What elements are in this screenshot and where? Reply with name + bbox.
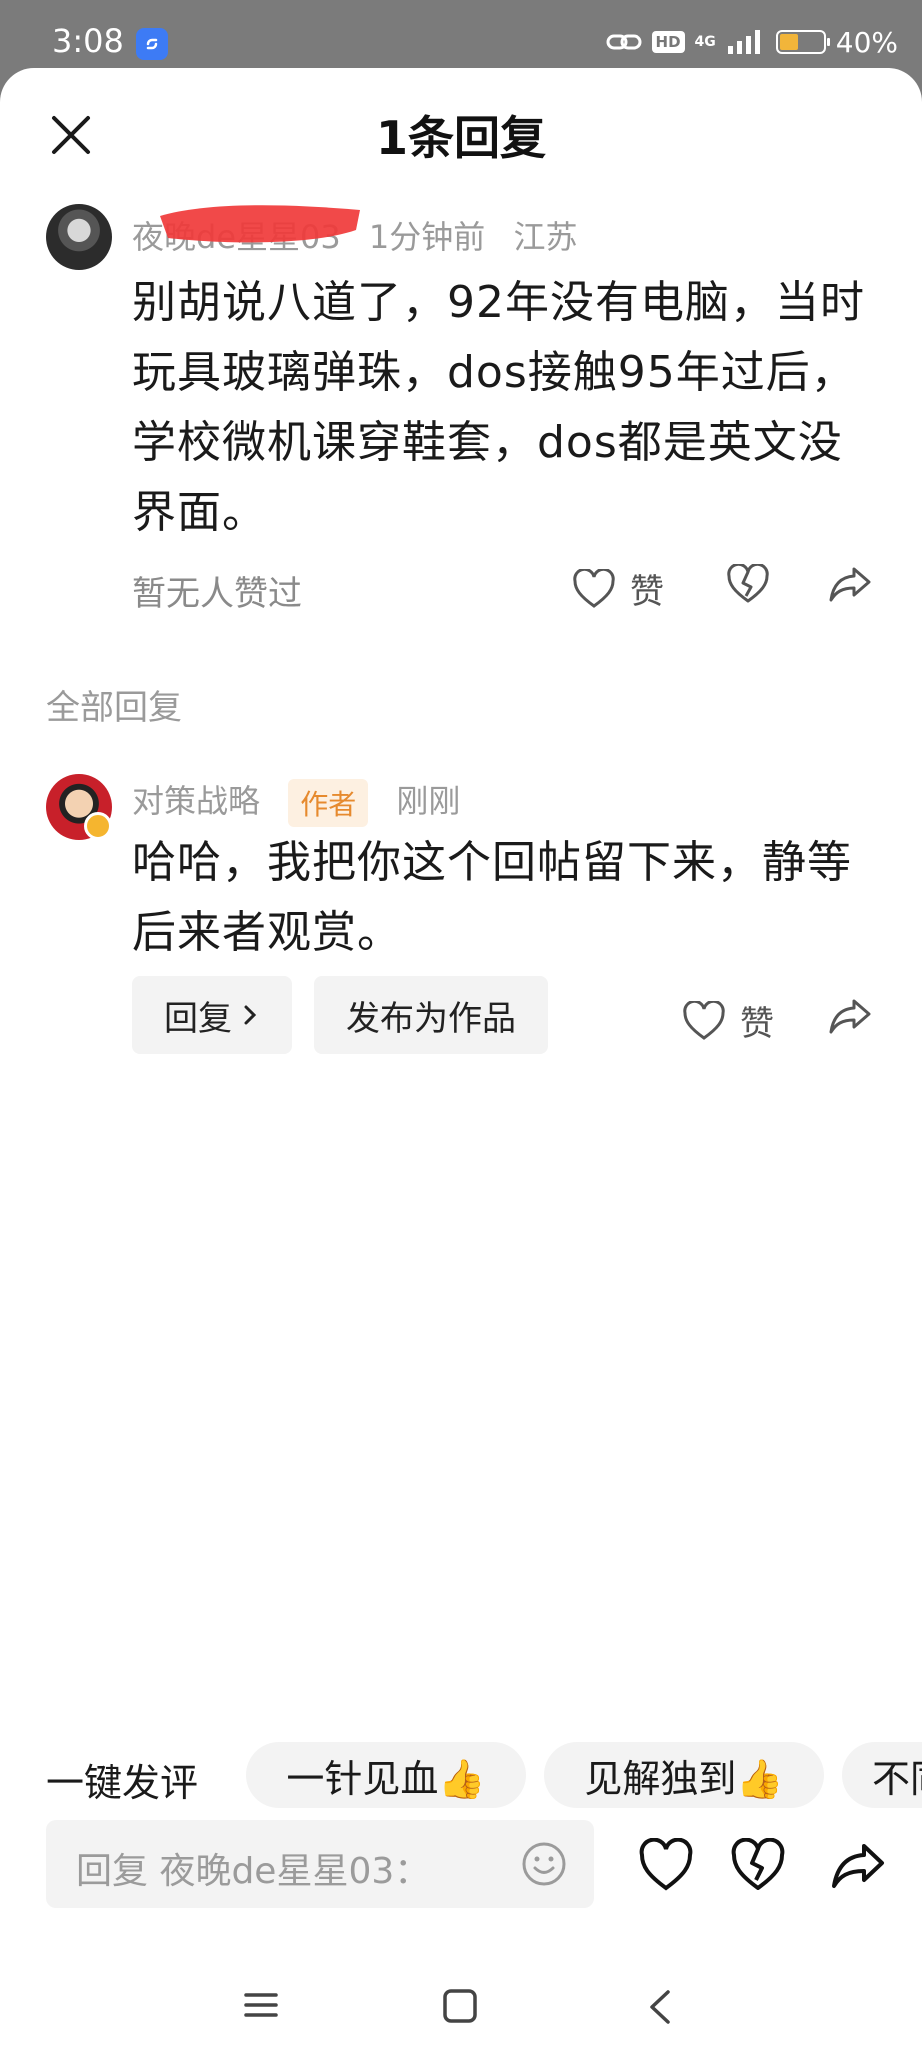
author-badge: 作者 [288,779,369,827]
all-replies-label: 全部回复 [46,688,182,728]
home-square-icon [443,1989,477,2023]
broken-heart-icon [727,564,769,603]
status-indicators: HD 4G 40% [606,22,898,62]
verified-badge-icon [84,812,112,840]
recent-apps-button[interactable] [244,1988,278,2026]
page-title: 1条回复 [375,111,546,165]
quick-comment-chip[interactable]: 不同 [842,1742,922,1808]
reply-text: 哈哈，我把你这个回帖留下来，静等后来者观赏。 [132,837,852,958]
reply-input-placeholder: 回复 夜晚de星星03： [76,1851,431,1892]
emoji-button[interactable] [520,1840,568,1892]
status-time: 3:08 [52,22,124,60]
bottom-dislike-button[interactable] [730,1837,786,1894]
redaction-scribble [160,205,360,243]
bottom-like-button[interactable] [638,1837,694,1894]
bottom-share-button[interactable] [830,1838,886,1894]
battery-icon [775,30,830,54]
heart-icon [639,1837,693,1891]
menu-icon [244,1993,278,2017]
link-icon [606,34,642,50]
reply-username[interactable]: 对策战略 [132,782,260,820]
quick-comment-title: 一键发评 [46,1761,199,1805]
reply-time: 刚刚 [396,782,461,820]
chevron-right-icon [244,1005,257,1025]
quick-comment-chip[interactable]: 见解独到👍 [544,1742,824,1808]
home-button[interactable] [442,1988,478,2028]
comment-text: 别胡说八道了，92年没有电脑，当时玩具玻璃弹珠，dos接触95年过后，学校微机课… [132,277,865,538]
publish-button-label: 发布为作品 [346,998,516,1039]
share-icon [829,567,871,602]
comment-location: 江苏 [513,218,578,256]
share-icon [829,999,871,1034]
reply-input[interactable]: 回复 夜晚de星星03： [46,1820,594,1908]
quick-comment-chip[interactable]: 一针见血👍 [246,1742,526,1808]
like-button[interactable]: 赞 [572,564,664,613]
share-button[interactable] [828,564,872,604]
status-bar: 3:08 HD 4G 40% [0,0,922,72]
reply-like-button[interactable]: 赞 [682,996,774,1045]
heart-icon [573,568,615,608]
like-label: 赞 [630,572,664,612]
reply-button[interactable]: 回复 [132,976,292,1054]
network-label: 4G [694,34,716,50]
reply-share-button[interactable] [828,996,872,1036]
reply-meta: 对策战略 作者 刚刚 [132,776,478,827]
comment-time: 1分钟前 [368,218,486,256]
sheet-header: 1条回复 [0,68,922,198]
publish-as-work-button[interactable]: 发布为作品 [314,976,548,1054]
back-chevron-icon [650,1990,670,2024]
signal-icon [727,30,760,54]
broken-heart-icon [731,1837,785,1890]
system-navigation-bar [0,1968,922,2048]
reply-button-label: 回复 [164,998,232,1039]
quick-comment-bar: 一键发评 一针见血👍 见解独到👍 不同 [0,1738,922,1808]
back-button[interactable] [646,1988,674,2030]
hd-badge: HD [651,31,685,53]
app-notification-icon [136,28,168,60]
reply-sheet: 1条回复 夜晚de星星03 1分钟前 江苏 别胡说八道了，92年没有电脑，当时玩… [0,68,922,2048]
share-icon [832,1844,884,1888]
likes-summary: 暂无人赞过 [132,574,302,614]
like-label: 赞 [740,1004,774,1044]
avatar[interactable] [46,204,112,270]
battery-percent: 40% [835,25,898,59]
heart-icon [683,1000,725,1040]
emoji-icon [522,1842,566,1886]
dislike-button[interactable] [726,564,770,604]
